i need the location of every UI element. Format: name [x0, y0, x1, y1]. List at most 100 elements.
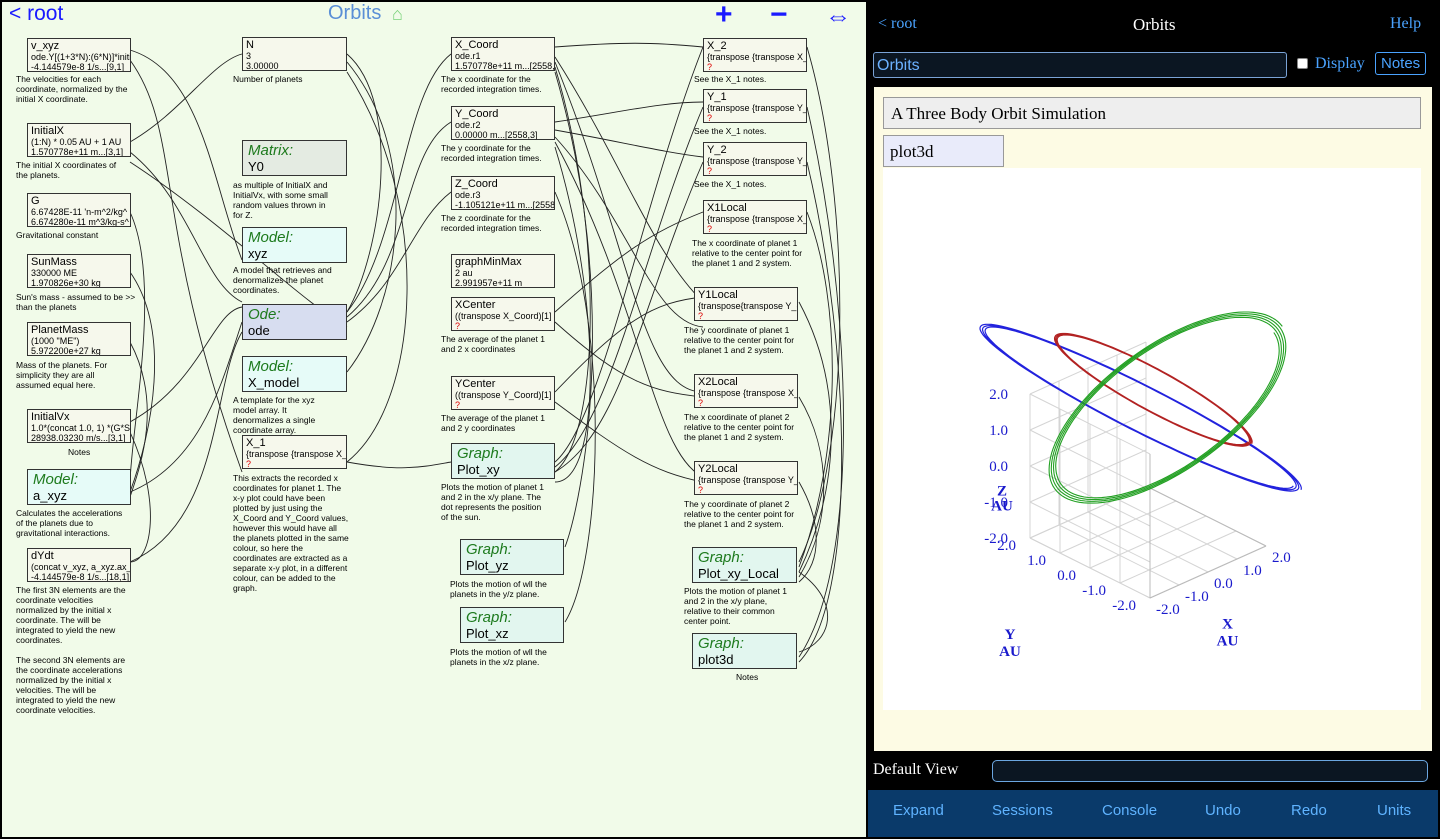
- node-name: Plot_xy_Local: [698, 566, 779, 581]
- node-x-model[interactable]: Model: X_model: [242, 356, 347, 392]
- node-status: ?: [246, 459, 252, 469]
- node-note: Number of planets: [233, 74, 303, 84]
- node-n[interactable]: N 3 3.00000: [242, 37, 347, 71]
- plot-tab[interactable]: plot3d: [883, 135, 1004, 167]
- node-y0[interactable]: Matrix: Y0: [242, 140, 347, 176]
- node-name: Y1Local: [698, 289, 738, 301]
- undo-button[interactable]: Undo: [1205, 802, 1241, 819]
- node-plot-xy[interactable]: Graph: Plot_xy: [451, 443, 555, 479]
- x-tick-label: 0.0: [1214, 576, 1233, 592]
- plot3d-chart[interactable]: 2.0 1.0 0.0 -1.0 -2.0 2.0 1.0 0.0 -1.0 -2.0 -2.0 -1…: [883, 168, 1421, 710]
- node-note: Plots the motion of wll the planets in t…: [450, 647, 547, 667]
- node-note: The average of the planet 1 and 2 y coor…: [441, 413, 545, 433]
- node-kind: Matrix:: [248, 142, 293, 159]
- node-status: ?: [455, 400, 461, 410]
- root-link[interactable]: < root: [9, 2, 63, 26]
- expand-diagram-icon[interactable]: ⇔: [825, 2, 851, 32]
- node-x1local[interactable]: X1Local {transpose {transpose X_( ?: [703, 200, 807, 234]
- node-ode[interactable]: Ode: ode: [242, 304, 347, 340]
- node-note[interactable]: Notes: [736, 672, 786, 682]
- document-title[interactable]: A Three Body Orbit Simulation: [883, 97, 1421, 129]
- node-name: v_xyz: [31, 40, 60, 52]
- node-y-1[interactable]: Y_1 {transpose {transpose Y_( ?: [703, 89, 807, 123]
- title-input[interactable]: Orbits: [873, 52, 1287, 78]
- redo-button[interactable]: Redo: [1291, 802, 1327, 819]
- expand-button[interactable]: Expand: [893, 802, 944, 819]
- panel-root-link[interactable]: < root: [878, 15, 917, 33]
- node-formula: ((transpose X_Coord)[1]: [455, 311, 552, 321]
- node-formula: ode.r3: [455, 190, 481, 200]
- z-tick-label: 0.0: [989, 459, 1008, 475]
- node-v-xyz[interactable]: v_xyz ode.Y[(1+3*N):(6*N)]*initi -4.1445…: [27, 38, 131, 72]
- node-value: 3.00000: [246, 61, 279, 71]
- node-initialvx[interactable]: InitialVx 1.0*(concat 1.0, 1) *(G*Su 289…: [27, 409, 131, 443]
- node-kind: Graph:: [698, 635, 744, 652]
- node-formula: {transpose {transpose X_(: [707, 214, 807, 224]
- console-button[interactable]: Console: [1102, 802, 1157, 819]
- node-xyz[interactable]: Model: xyz: [242, 227, 347, 263]
- display-checkbox[interactable]: [1297, 58, 1308, 69]
- units-button[interactable]: Units: [1377, 802, 1411, 819]
- node-formula: ode.Y[(1+3*N):(6*N)]*initi: [31, 52, 131, 62]
- node-xcenter[interactable]: XCenter ((transpose X_Coord)[1] ?: [451, 297, 555, 331]
- node-formula: ((transpose Y_Coord)[1]: [455, 390, 552, 400]
- node-y-2[interactable]: Y_2 {transpose {transpose Y_( ?: [703, 142, 807, 176]
- node-y1local[interactable]: Y1Local {transpose{transpose Y_( ?: [694, 287, 798, 321]
- node-g[interactable]: G 6.67428E-11 'n-m^2/kg^ 6.674280e-11 m^…: [27, 193, 131, 227]
- node-formula: {transpose {transpose Y_(: [707, 156, 807, 166]
- node-status: ?: [707, 113, 713, 123]
- node-name: G: [31, 195, 40, 207]
- node-graphminmax[interactable]: graphMinMax 2 au 2.991957e+11 m: [451, 254, 555, 288]
- diagram-canvas[interactable]: < root Orbits ⌂ + − ⇔ v_xyz ode.Y[(1+3*N…: [2, 2, 866, 837]
- node-sunmass[interactable]: SunMass 330000 ME 1.970826e+30 kg: [27, 254, 131, 288]
- node-note: The z coordinate for the recorded integr…: [441, 213, 542, 233]
- node-dydt[interactable]: dYdt (concat v_xyz, a_xyz.ax_ -4.144579e…: [27, 548, 131, 582]
- node-x-1[interactable]: X_1 {transpose {transpose X_ ?: [242, 435, 347, 469]
- node-kind: Graph:: [457, 445, 503, 462]
- node-note: Gravitational constant: [16, 230, 99, 240]
- sessions-button[interactable]: Sessions: [992, 802, 1053, 819]
- node-x-coord[interactable]: X_Coord ode.r1 1.570778e+11 m...[2558,: [451, 37, 555, 71]
- y-axis-unit: AU: [999, 644, 1021, 660]
- node-y2local[interactable]: Y2Local {transpose {transpose Y_( ?: [694, 461, 798, 495]
- node-value: 0.00000 m...[2558,3]: [455, 130, 538, 140]
- node-status: ?: [455, 321, 461, 331]
- node-name: Plot_xz: [466, 626, 509, 641]
- default-view-input[interactable]: [992, 760, 1428, 782]
- node-value: 1.570778e+11 m...[2558,: [455, 61, 555, 71]
- node-plot3d[interactable]: Graph: plot3d: [692, 633, 797, 669]
- node-y-coord[interactable]: Y_Coord ode.r2 0.00000 m...[2558,3]: [451, 106, 555, 140]
- node-planetmass[interactable]: PlanetMass (1000 "ME") 5.972200e+27 kg: [27, 322, 131, 356]
- help-link[interactable]: Help: [1390, 15, 1421, 33]
- node-formula: {transpose {transpose X_(: [698, 388, 798, 398]
- node-plot-yz[interactable]: Graph: Plot_yz: [460, 539, 564, 575]
- zoom-in-button[interactable]: +: [715, 2, 733, 32]
- node-plot-xz[interactable]: Graph: Plot_xz: [460, 607, 564, 643]
- display-label[interactable]: Display: [1315, 55, 1365, 73]
- node-status: ?: [707, 166, 713, 176]
- node-a-xyz[interactable]: Model: a_xyz: [27, 469, 131, 505]
- notes-button[interactable]: Notes: [1375, 52, 1427, 75]
- node-initialx[interactable]: InitialX (1:N) * 0.05 AU + 1 AU 1.570778…: [27, 123, 131, 157]
- node-formula: {transpose {transpose Y_(: [707, 103, 807, 113]
- node-note: A template for the xyz model array. It d…: [233, 395, 316, 435]
- node-status: ?: [698, 311, 704, 321]
- house-icon[interactable]: ⌂: [392, 4, 403, 25]
- node-ycenter[interactable]: YCenter ((transpose Y_Coord)[1] ?: [451, 376, 555, 410]
- node-name: PlanetMass: [31, 324, 89, 336]
- node-formula: (1:N) * 0.05 AU + 1 AU: [31, 137, 122, 147]
- node-note: Plots the motion of planet 1 and 2 in th…: [684, 586, 788, 626]
- node-name: YCenter: [455, 378, 496, 390]
- node-value: -1.105121e+11 m...[2558: [455, 200, 555, 210]
- node-x-2[interactable]: X_2 {transpose {transpose X_( ?: [703, 38, 807, 72]
- node-z-coord[interactable]: Z_Coord ode.r3 -1.105121e+11 m...[2558: [451, 176, 555, 210]
- node-name: plot3d: [698, 652, 734, 667]
- node-x2local[interactable]: X2Local {transpose {transpose X_( ?: [694, 374, 798, 408]
- node-note[interactable]: Notes: [68, 447, 128, 457]
- node-plot-xy-local[interactable]: Graph: Plot_xy_Local: [692, 547, 797, 583]
- zoom-out-button[interactable]: −: [770, 2, 788, 32]
- node-name: a_xyz: [33, 488, 67, 503]
- node-name: graphMinMax: [455, 256, 522, 268]
- x-axis-unit: AU: [1217, 634, 1239, 650]
- node-status: ?: [707, 224, 713, 234]
